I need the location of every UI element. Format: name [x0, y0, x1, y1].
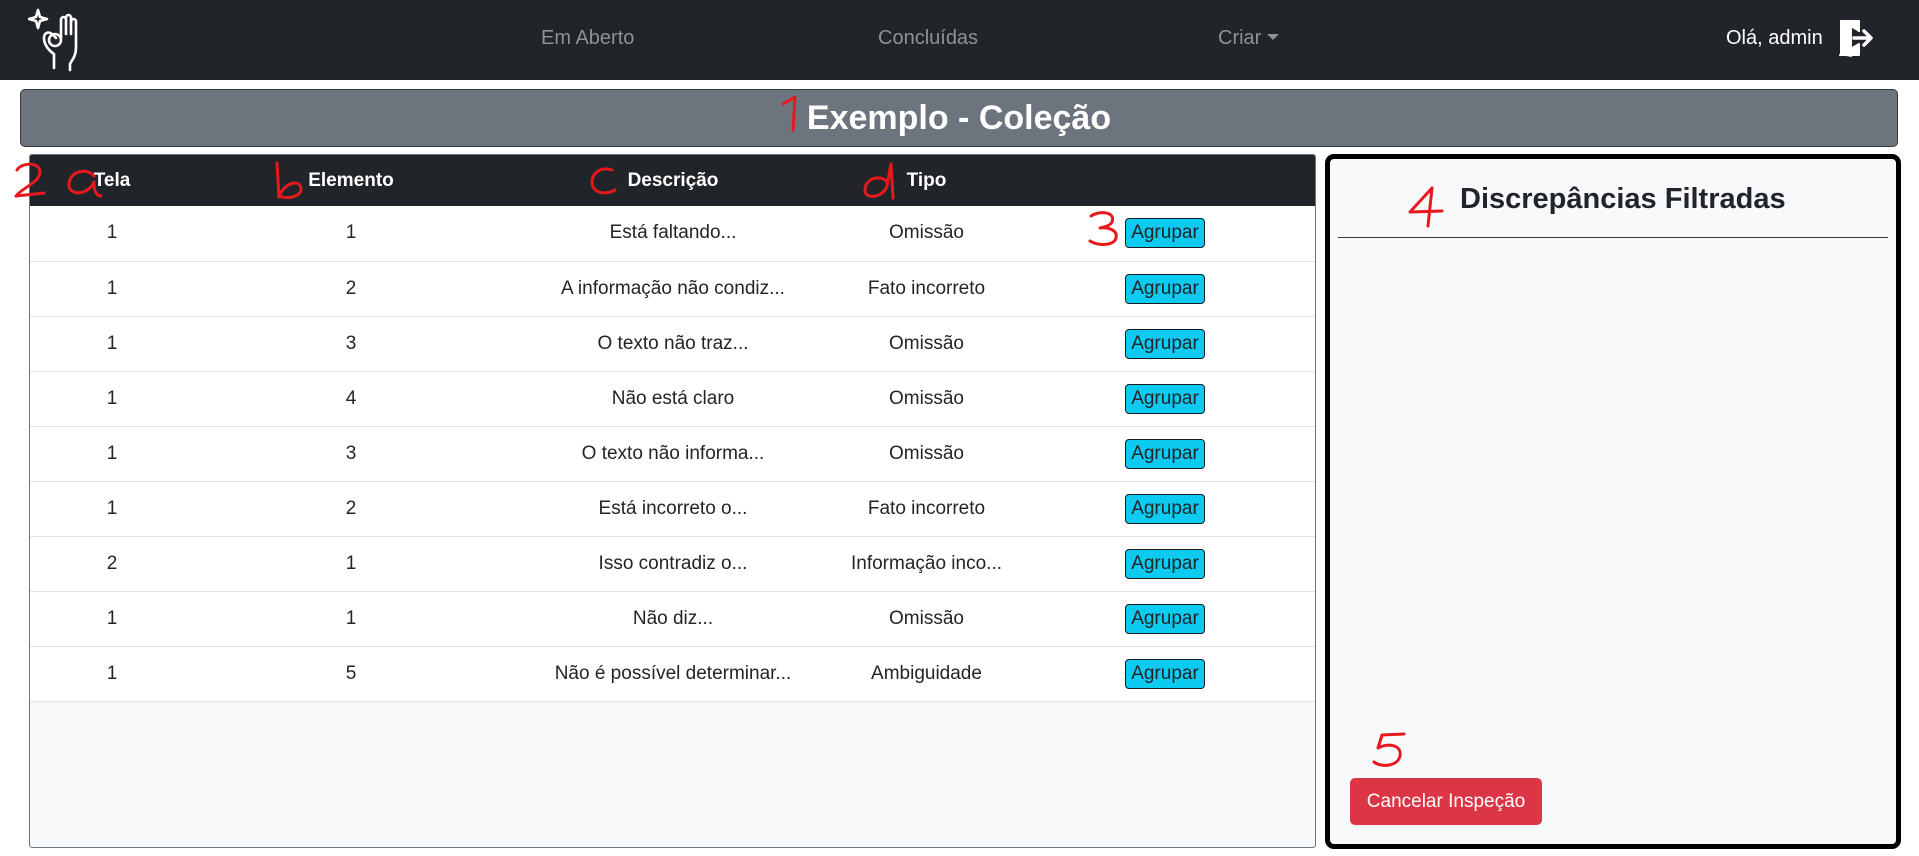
annotation-mark-b [275, 161, 303, 200]
cell-tipo: Omissão [889, 332, 964, 354]
cell-elemento: 3 [345, 442, 357, 464]
cell-tela: 1 [106, 662, 118, 684]
table-row: 1 2 A informação não condiz... Fato inco… [30, 261, 1315, 316]
cancel-inspection-button[interactable]: Cancelar Inspeção [1350, 778, 1542, 825]
cell-tipo: Fato incorreto [867, 497, 986, 519]
cell-action: Agrupar [1015, 591, 1315, 646]
cell-descricao: Está incorreto o... [598, 497, 748, 519]
cell-descricao: Está faltando... [609, 222, 737, 244]
nav-criar-dropdown[interactable]: Criar [1218, 27, 1280, 50]
cell-descricao: Não é possível determinar... [554, 662, 792, 684]
cell-tipo: Omissão [889, 607, 964, 629]
cell-action: Agrupar [1015, 316, 1315, 371]
table-header-row: Tela Elemento Descrição Tipo [30, 155, 1315, 206]
divider [1338, 237, 1888, 238]
cell-elemento: 4 [345, 387, 357, 409]
agrupar-button[interactable]: Agrupar [1125, 273, 1205, 304]
nav-em-aberto[interactable]: Em Aberto [541, 27, 634, 50]
header-actions [1015, 155, 1315, 206]
cell-elemento: 1 [345, 222, 357, 244]
table-row: 1 2 Está incorreto o... Fato incorreto A… [30, 481, 1315, 536]
logout-icon[interactable] [1837, 18, 1873, 58]
cell-elemento: 3 [345, 332, 357, 354]
agrupar-button[interactable]: Agrupar [1125, 328, 1205, 359]
caret-down-icon [1267, 34, 1280, 40]
annotation-mark-3 [1088, 211, 1118, 246]
nav-concluidas[interactable]: Concluídas [878, 27, 978, 50]
cell-elemento: 2 [345, 497, 357, 519]
annotation-mark-c [590, 167, 617, 195]
discrepancy-table-panel: Tela Elemento Descrição Tipo 1 1 Está fa… [29, 154, 1316, 848]
table-row: 1 3 O texto não informa... Omissão Agrup… [30, 426, 1315, 481]
page-title: Exemplo - Coleção [806, 98, 1112, 137]
table-row: 1 1 Está faltando... Omissão Agrupar [30, 206, 1315, 261]
table-row: 1 3 O texto não traz... Omissão Agrupar [30, 316, 1315, 371]
cell-descricao: O texto não informa... [581, 442, 765, 464]
cell-elemento: 5 [345, 662, 357, 684]
discrepancy-table: Tela Elemento Descrição Tipo 1 1 Está fa… [30, 155, 1315, 702]
annotation-mark-5 [1372, 732, 1406, 767]
cell-tela: 2 [106, 552, 118, 574]
annotation-mark-2 [14, 162, 46, 198]
cell-tela: 1 [106, 442, 118, 464]
cell-elemento: 1 [345, 552, 357, 574]
cell-descricao: Não diz... [632, 607, 714, 629]
table-row: 1 5 Não é possível determinar... Ambigui… [30, 646, 1315, 701]
annotation-mark-a [67, 169, 103, 198]
cell-descricao: A informação não condiz... [561, 277, 785, 299]
table-row: 2 1 Isso contradiz o... Informação inco.… [30, 536, 1315, 591]
nav-criar-label: Criar [1218, 27, 1262, 49]
cell-elemento: 1 [345, 607, 357, 629]
cell-action: Agrupar [1015, 481, 1315, 536]
cell-descricao: Isso contradiz o... [598, 552, 748, 574]
filtered-discrepancies-title: Discrepâncias Filtradas [1460, 183, 1786, 215]
cell-tela: 1 [106, 497, 118, 519]
header-elemento: Elemento [308, 169, 394, 191]
agrupar-button[interactable]: Agrupar [1125, 383, 1205, 414]
agrupar-button[interactable]: Agrupar [1125, 548, 1205, 579]
cell-action: Agrupar [1015, 206, 1315, 261]
annotation-mark-d [863, 162, 895, 200]
ok-hand-sparkle-icon[interactable] [28, 6, 92, 74]
cell-tipo: Informação inco... [850, 552, 1003, 574]
cell-descricao: O texto não traz... [597, 332, 749, 354]
cell-tela: 1 [106, 387, 118, 409]
cell-tipo: Ambiguidade [871, 662, 982, 684]
cell-tela: 1 [106, 332, 118, 354]
table-row: 1 4 Não está claro Omissão Agrupar [30, 371, 1315, 426]
cell-tipo: Omissão [889, 442, 964, 464]
agrupar-button[interactable]: Agrupar [1125, 493, 1205, 524]
navbar: Em Aberto Concluídas Criar Olá, admin [0, 0, 1919, 80]
cell-action: Agrupar [1015, 261, 1315, 316]
cell-tela: 1 [106, 222, 118, 244]
agrupar-button[interactable]: Agrupar [1125, 218, 1205, 249]
agrupar-button[interactable]: Agrupar [1125, 658, 1205, 689]
cell-action: Agrupar [1015, 536, 1315, 591]
agrupar-button[interactable]: Agrupar [1125, 603, 1205, 634]
annotation-mark-4 [1408, 186, 1444, 228]
cell-tela: 1 [106, 277, 118, 299]
annotation-mark-1 [781, 95, 797, 132]
cell-tipo: Omissão [889, 387, 964, 409]
page-title-bar: Exemplo - Coleção [20, 89, 1898, 147]
header-descricao: Descrição [627, 169, 719, 191]
cell-action: Agrupar [1015, 426, 1315, 481]
cell-tipo: Omissão [889, 222, 964, 244]
cell-action: Agrupar [1015, 371, 1315, 426]
cell-descricao: Não está claro [611, 387, 735, 409]
agrupar-button[interactable]: Agrupar [1125, 438, 1205, 469]
filtered-discrepancies-panel: Discrepâncias Filtradas Cancelar Inspeçã… [1325, 154, 1901, 849]
table-row: 1 1 Não diz... Omissão Agrupar [30, 591, 1315, 646]
cell-action: Agrupar [1015, 646, 1315, 701]
cell-elemento: 2 [345, 277, 357, 299]
cell-tipo: Fato incorreto [867, 277, 986, 299]
user-greeting: Olá, admin [1726, 27, 1823, 49]
header-tela: Tela [93, 169, 131, 191]
cell-tela: 1 [106, 607, 118, 629]
